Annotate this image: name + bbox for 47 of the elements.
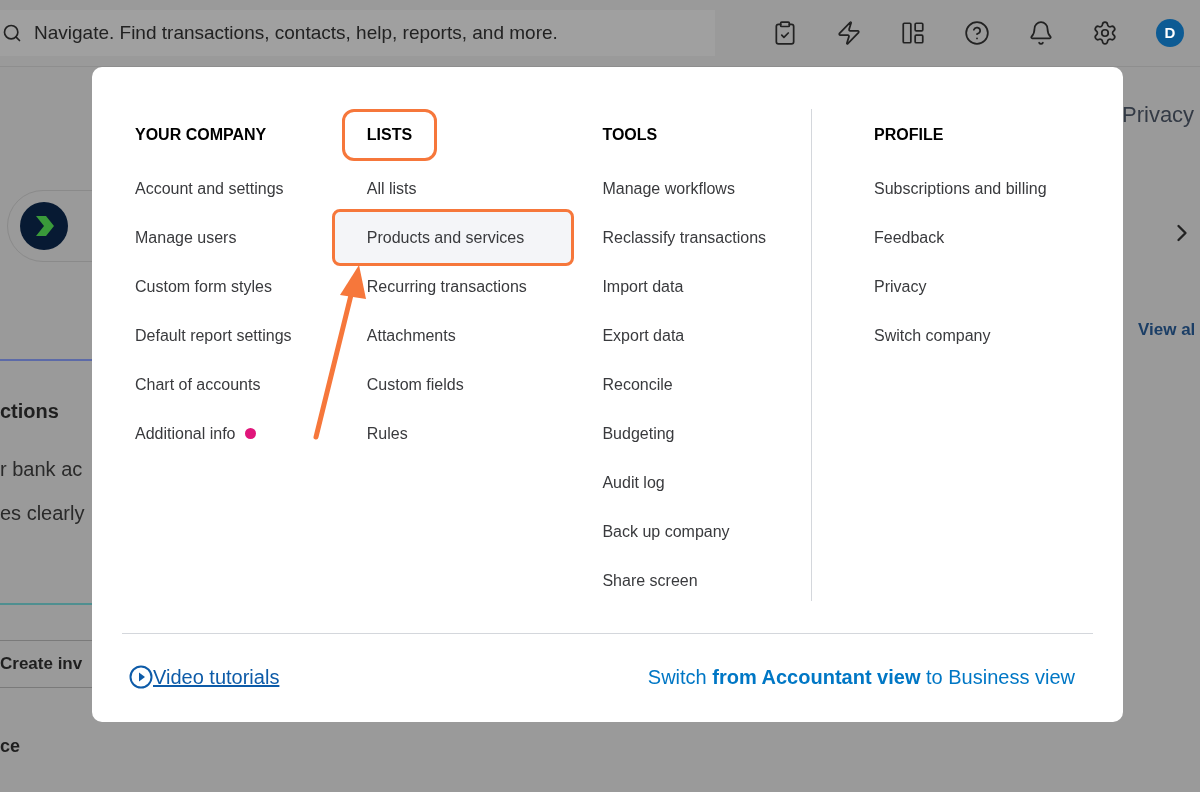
menu-item[interactable]: Account and settings <box>100 168 291 209</box>
settings-icon[interactable] <box>1092 20 1118 46</box>
avatar[interactable]: D <box>1156 19 1184 47</box>
search-field[interactable]: Navigate. Find transactions, contacts, help, reports, and more. <box>0 10 715 56</box>
menu-item[interactable]: Rules <box>331 413 415 454</box>
menu-item[interactable]: Additional info <box>100 413 243 454</box>
menu-item[interactable]: Products and services <box>331 209 574 266</box>
section-title: ctions <box>0 399 60 424</box>
view-all-link[interactable]: View al <box>1138 317 1196 343</box>
column-heading: LISTS <box>341 109 438 161</box>
menu-item[interactable]: Budgeting <box>567 413 682 454</box>
column-heading: PROFILE <box>873 125 945 145</box>
menu-item[interactable]: Switch company <box>839 315 998 356</box>
column-heading: TOOLS <box>601 125 659 145</box>
body-text: es clearly <box>0 501 86 526</box>
menu-item[interactable]: Feedback <box>839 217 952 258</box>
logo-icon <box>20 202 68 250</box>
menu-item[interactable]: Share screen <box>567 560 705 601</box>
menu-item[interactable]: Chart of accounts <box>100 364 268 405</box>
menu-item[interactable]: All lists <box>331 168 424 209</box>
search-icon <box>2 23 22 43</box>
help-icon[interactable] <box>964 20 990 46</box>
play-icon <box>129 665 153 689</box>
menu-item[interactable]: Custom fields <box>331 364 471 405</box>
menu-item[interactable]: Recurring transactions <box>331 266 534 307</box>
menu-item[interactable]: Back up company <box>567 511 737 552</box>
menu-item[interactable]: Subscriptions and billing <box>839 168 1054 209</box>
video-tutorials-link[interactable]: Video tutorials <box>129 662 280 692</box>
clipboard-icon[interactable] <box>772 20 798 46</box>
bell-icon[interactable] <box>1028 20 1054 46</box>
menu-item[interactable]: Default report settings <box>100 315 299 356</box>
column-heading: YOUR COMPANY <box>134 125 268 145</box>
menu-item[interactable]: Import data <box>567 266 691 307</box>
menu-item[interactable]: Attachments <box>331 315 463 356</box>
menu-item[interactable]: Manage users <box>100 217 244 258</box>
menu-item[interactable]: Manage workflows <box>567 168 742 209</box>
lightning-icon[interactable] <box>836 20 862 46</box>
menu-item[interactable]: Custom form styles <box>100 266 279 307</box>
menu-item[interactable]: Audit log <box>567 462 672 503</box>
apps-icon[interactable] <box>900 20 926 46</box>
privacy-link[interactable]: Privacy <box>1123 98 1195 131</box>
switch-view-link[interactable]: Switch from Accountant view to Business view <box>647 662 1075 692</box>
menu-item[interactable]: Export data <box>567 315 692 356</box>
section-title: ce <box>0 735 22 758</box>
menu-item[interactable]: Reconcile <box>567 364 680 405</box>
body-text: r bank ac <box>0 457 84 482</box>
menu-item[interactable]: Privacy <box>839 266 934 307</box>
